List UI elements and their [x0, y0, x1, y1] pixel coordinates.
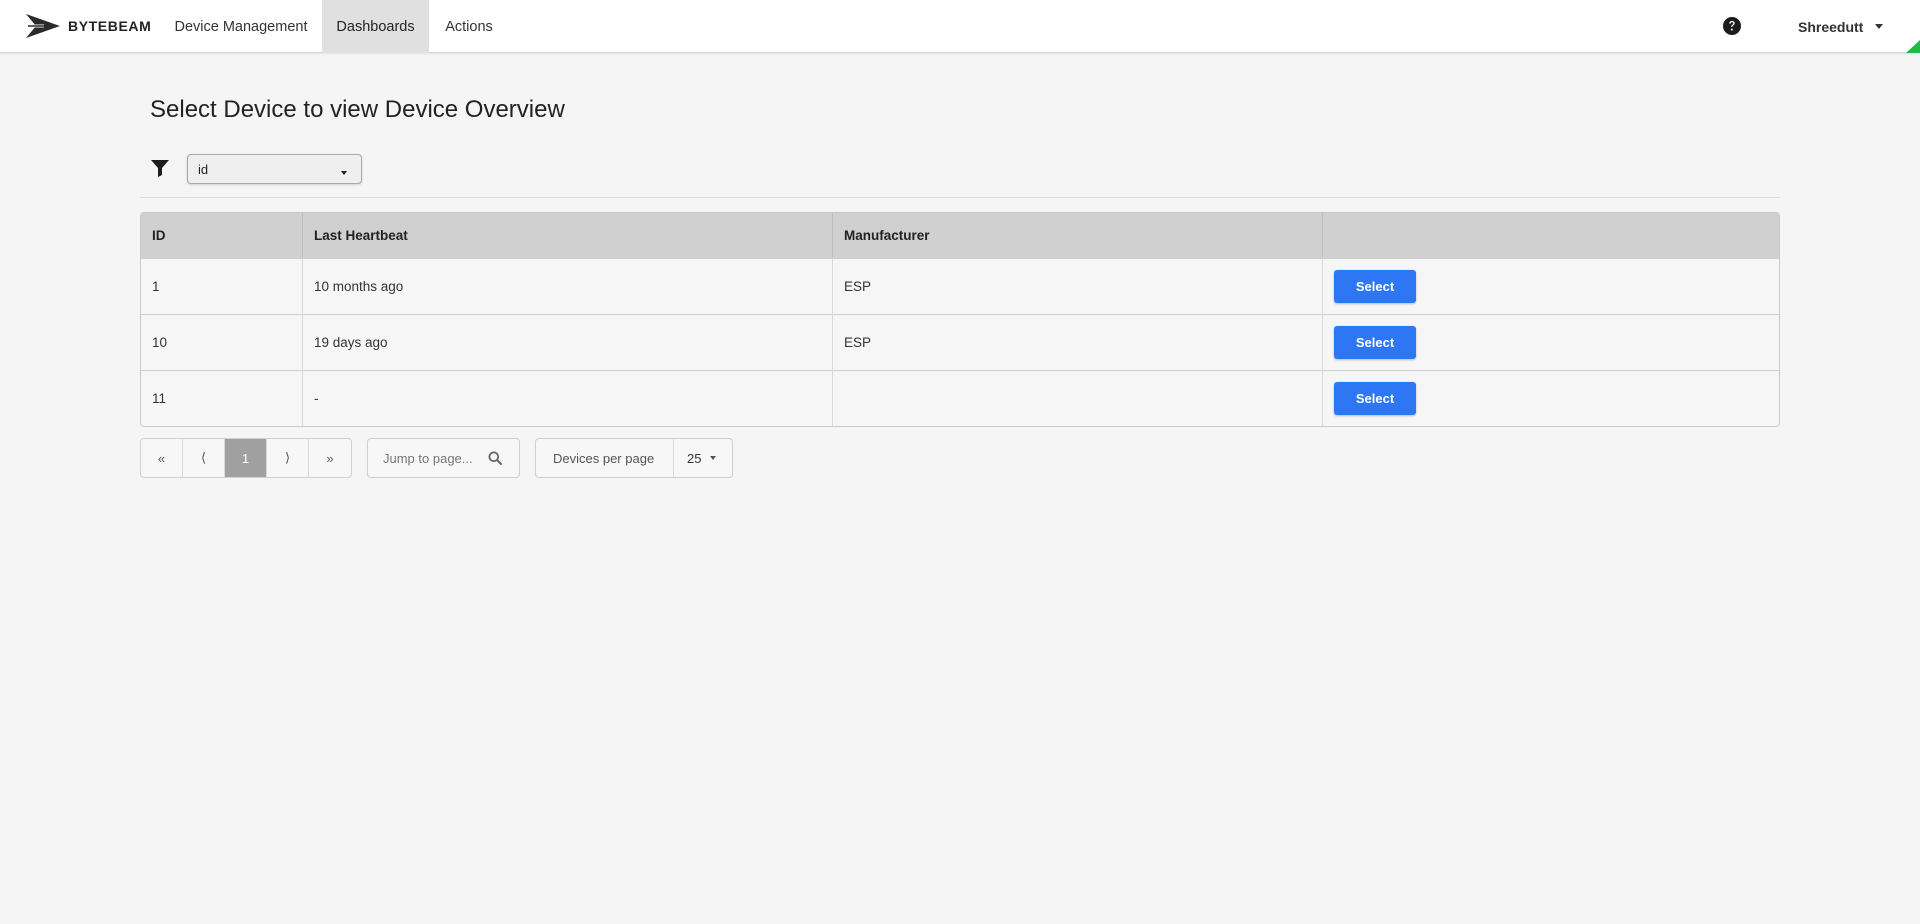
top-navbar: BYTEBEAM Device Management Dashboards Ac…	[0, 0, 1920, 53]
divider	[140, 197, 1780, 198]
cell-id: 11	[141, 370, 303, 426]
bytebeam-logo-icon	[24, 14, 60, 38]
header-manufacturer: Manufacturer	[833, 213, 1323, 258]
caret-down-icon	[710, 456, 717, 460]
search-icon[interactable]	[488, 451, 502, 465]
header-last-heartbeat: Last Heartbeat	[303, 213, 833, 258]
select-device-button[interactable]: Select	[1334, 270, 1416, 303]
caret-down-icon	[341, 171, 347, 175]
nav-dashboards[interactable]: Dashboards	[322, 0, 429, 53]
cell-id: 1	[141, 258, 303, 314]
device-table: ID Last Heartbeat Manufacturer 1 10 mont…	[140, 212, 1780, 427]
cell-manufacturer: ESP	[833, 314, 1323, 370]
cell-action: Select	[1323, 370, 1779, 426]
first-page-button[interactable]: «	[141, 439, 183, 477]
current-page-button[interactable]: 1	[225, 439, 267, 477]
jump-to-page-input[interactable]	[368, 440, 486, 476]
nav-actions[interactable]: Actions	[429, 0, 509, 53]
cell-id: 10	[141, 314, 303, 370]
corner-ribbon	[1906, 40, 1920, 53]
page-title: Select Device to view Device Overview	[150, 96, 565, 123]
table-header-row: ID Last Heartbeat Manufacturer	[141, 213, 1779, 258]
cell-last-heartbeat: -	[303, 370, 833, 426]
question-circle-icon[interactable]	[1722, 16, 1742, 36]
filter-selected-value: id	[198, 161, 209, 177]
user-name: Shreedutt	[1798, 18, 1864, 35]
table-row: 10 19 days ago ESP Select	[141, 314, 1779, 370]
select-device-button[interactable]: Select	[1334, 326, 1416, 359]
brand-name: BYTEBEAM	[68, 18, 152, 34]
nav-device-management[interactable]: Device Management	[161, 0, 321, 53]
devices-per-page-dropdown[interactable]: 25	[674, 439, 732, 477]
cell-action: Select	[1323, 314, 1779, 370]
brand-logo[interactable]: BYTEBEAM	[24, 10, 151, 42]
pagination: « ⟨ 1 ⟩ »	[140, 438, 352, 478]
user-menu[interactable]: Shreedutt	[1798, 0, 1884, 53]
jump-to-page	[367, 438, 520, 478]
cell-manufacturer	[833, 370, 1323, 426]
cell-last-heartbeat: 10 months ago	[303, 258, 833, 314]
header-id: ID	[141, 213, 303, 258]
table-row: 11 - Select	[141, 370, 1779, 426]
devices-per-page-label: Devices per page	[536, 439, 674, 477]
next-page-button[interactable]: ⟩	[267, 439, 309, 477]
cell-last-heartbeat: 19 days ago	[303, 314, 833, 370]
prev-page-button[interactable]: ⟨	[183, 439, 225, 477]
last-page-button[interactable]: »	[309, 439, 351, 477]
header-action	[1323, 213, 1779, 258]
caret-down-icon	[1875, 24, 1884, 29]
filter-icon	[151, 160, 169, 177]
filter-dropdown[interactable]: id	[187, 154, 362, 184]
cell-manufacturer: ESP	[833, 258, 1323, 314]
cell-action: Select	[1323, 258, 1779, 314]
select-device-button[interactable]: Select	[1334, 382, 1416, 415]
table-row: 1 10 months ago ESP Select	[141, 258, 1779, 314]
devices-per-page: Devices per page 25	[535, 438, 733, 478]
per-page-value: 25	[687, 450, 702, 466]
